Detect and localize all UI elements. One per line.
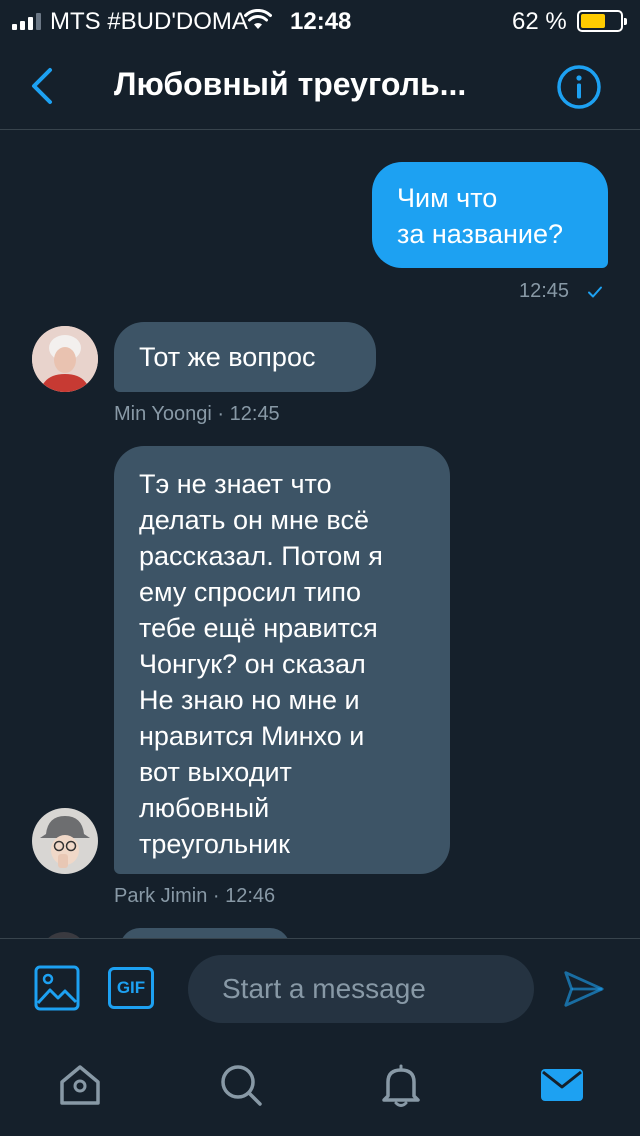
message-text-line: вот выходит: [139, 757, 292, 787]
back-button[interactable]: [24, 64, 64, 108]
incoming-message-bubble[interactable]: Тэ не знает что делать он мне всё расска…: [114, 446, 450, 874]
image-icon[interactable]: [34, 965, 80, 1011]
message-text-line: Не знаю но мне и: [139, 685, 360, 715]
avatar[interactable]: [32, 326, 98, 392]
mail-icon[interactable]: [538, 1062, 586, 1108]
battery-icon: [577, 10, 627, 32]
home-icon[interactable]: [57, 1062, 103, 1108]
message-sender-timestamp: Min Yoongi · 12:45: [114, 403, 280, 425]
outgoing-message-bubble[interactable]: Чим что за название?: [372, 162, 608, 268]
message-text-line: любовный: [139, 793, 270, 823]
bottom-tab-bar: [0, 1040, 640, 1136]
battery-percent: 62 %: [512, 8, 567, 35]
message-composer: GIF: [0, 938, 640, 1040]
avatar-image: [32, 326, 98, 392]
message-text-line: треугольник: [139, 829, 290, 859]
message-text-line: тебе ещё нравится: [139, 613, 378, 643]
message-peek: [120, 928, 290, 938]
carrier-name: MTS #BUD'DOMA: [50, 8, 248, 35]
status-bar: MTS #BUD'DOMA 12:48 62 %: [0, 0, 640, 44]
message-text-line: рассказал. Потом я: [139, 541, 383, 571]
bell-icon[interactable]: [378, 1062, 424, 1108]
message-text-line: Тот же вопрос: [139, 342, 316, 372]
info-button[interactable]: [556, 64, 602, 110]
message-input[interactable]: [188, 955, 534, 1023]
message-text-line: Тэ не знает что: [139, 469, 332, 499]
message-text-line: делать он мне всё: [139, 505, 369, 535]
message-text-line: Чим что: [397, 183, 498, 213]
message-timestamp: 12:45: [519, 280, 570, 302]
avatar[interactable]: [32, 808, 98, 874]
conversation-header: Любовный треуголь...: [0, 44, 640, 130]
message-text-line: Чонгук? он сказал: [139, 649, 366, 679]
send-icon[interactable]: [562, 967, 606, 1011]
signal-strength-icon: [12, 12, 41, 30]
search-icon[interactable]: [218, 1062, 264, 1108]
message-text-line: ему спросил типо: [139, 577, 361, 607]
avatar-image: [32, 808, 98, 874]
conversation-title[interactable]: Любовный треуголь...: [114, 66, 514, 103]
message-text-line: нравится Минхо и: [139, 721, 365, 751]
status-time: 12:48: [290, 8, 352, 35]
incoming-message-bubble[interactable]: Тот же вопрос: [114, 322, 376, 392]
message-text-line: за название?: [397, 219, 563, 249]
wifi-icon: [244, 9, 272, 29]
check-icon: [588, 286, 602, 298]
message-sender-timestamp: Park Jimin · 12:46: [114, 885, 276, 907]
gif-label: GIF: [116, 978, 146, 997]
gif-button[interactable]: GIF: [108, 967, 154, 1009]
